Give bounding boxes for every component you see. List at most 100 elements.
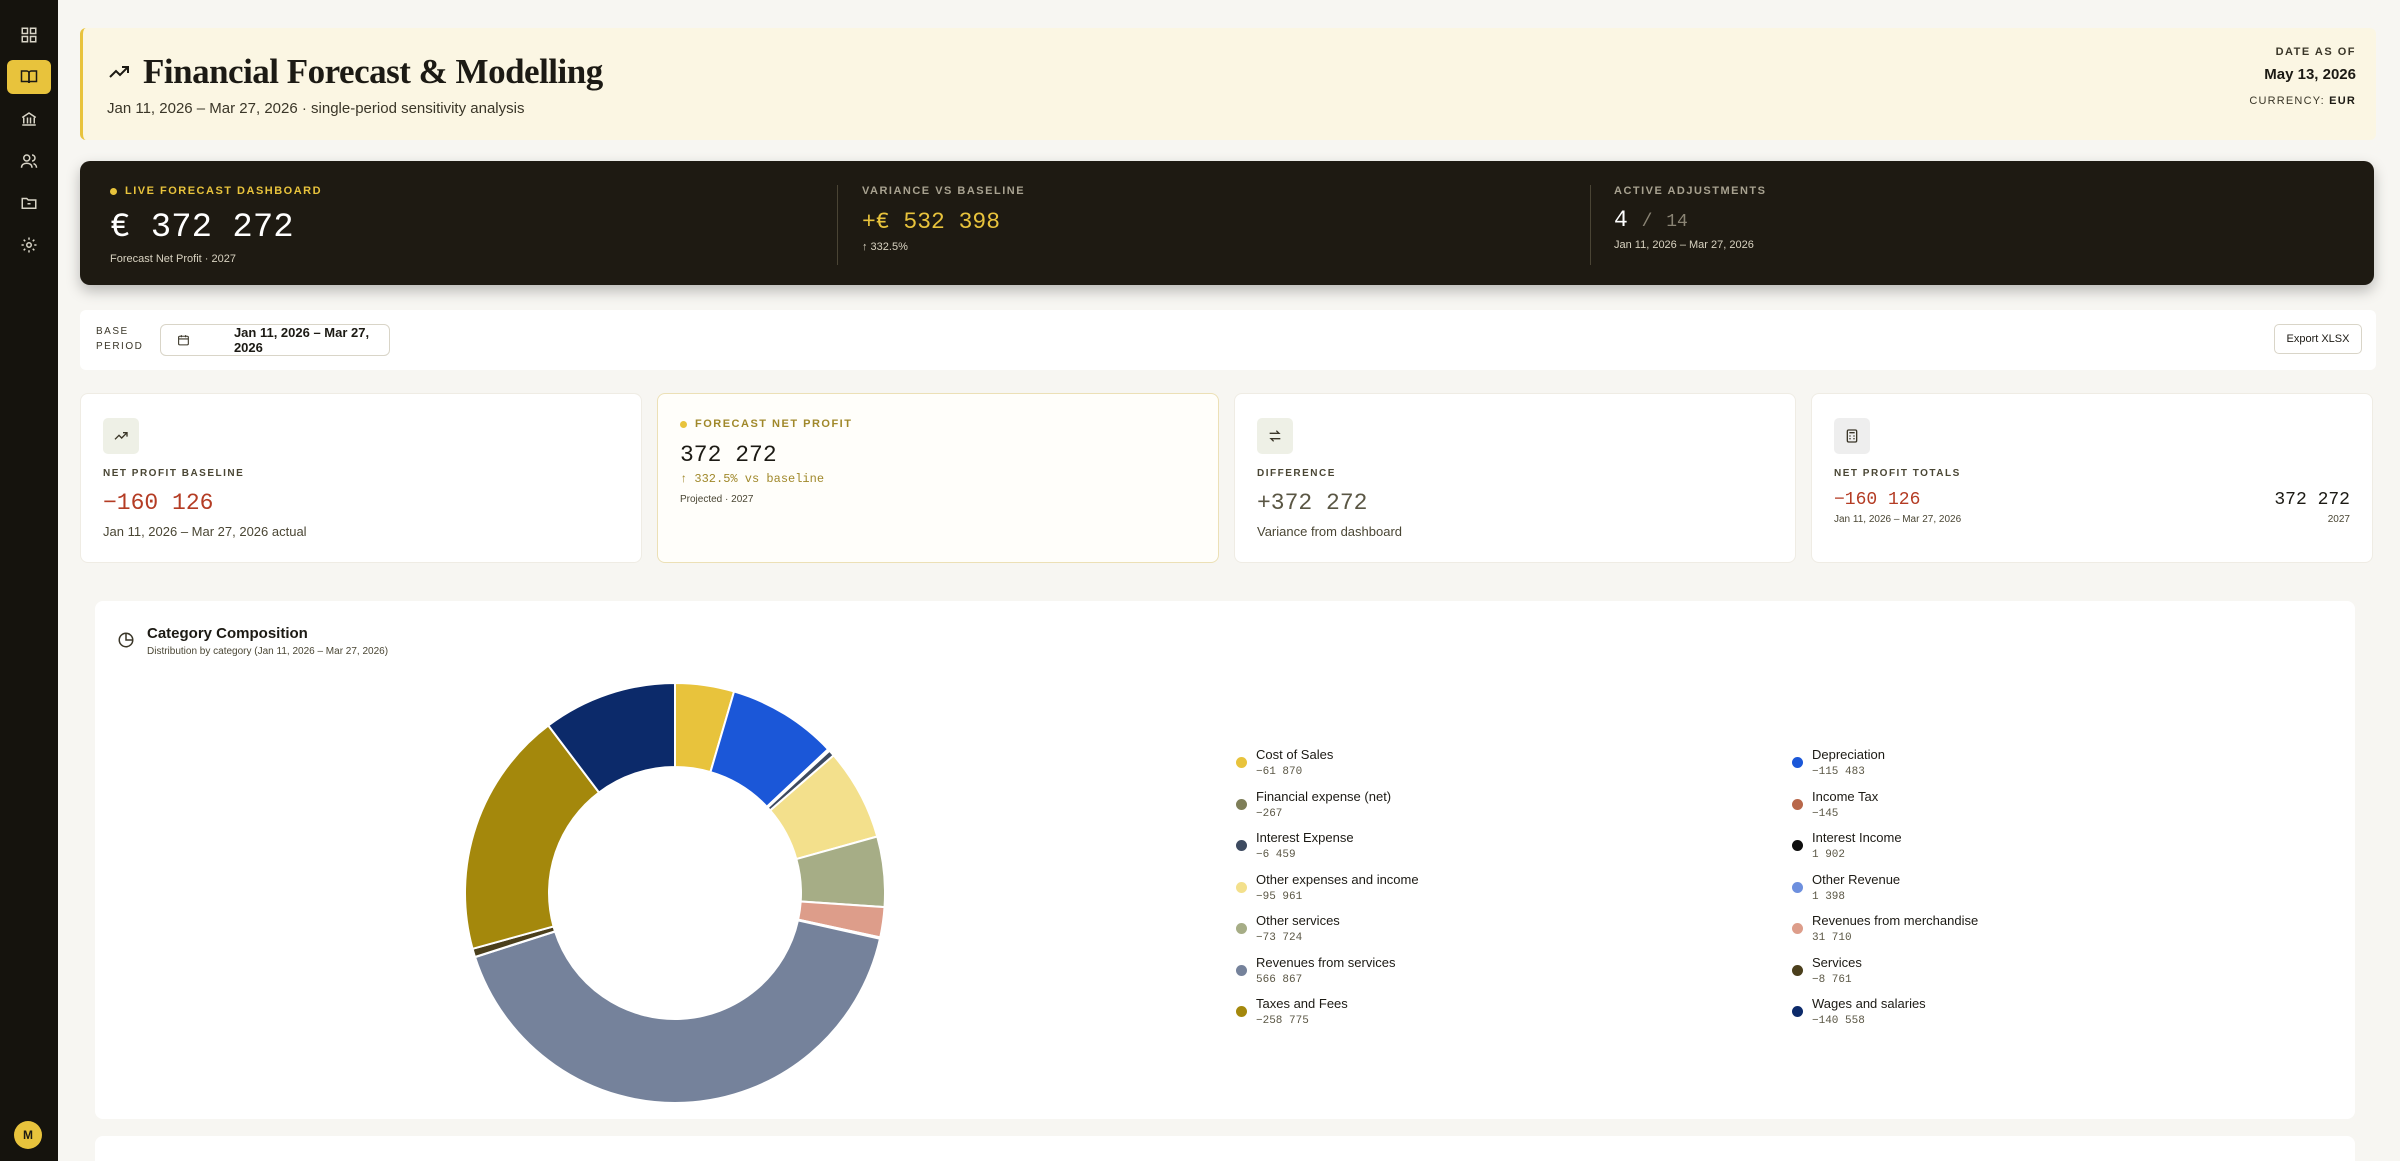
calculator-icon [1846, 429, 1858, 443]
card-label: FORECAST NET PROFIT [680, 418, 852, 430]
currency-label: CURRENCY: [2249, 95, 2325, 107]
legend-item[interactable]: Wages and salaries −140 558 [1792, 996, 1926, 1027]
legend-item[interactable]: Other expenses and income −95 961 [1236, 872, 1419, 903]
category-donut-chart [464, 681, 886, 1104]
legend-name: Other expenses and income [1256, 871, 1419, 887]
donut-slice[interactable] [473, 919, 882, 1104]
legend-name: Wages and salaries [1812, 996, 1926, 1011]
swap-icon-box [1257, 418, 1293, 454]
live-forecast-dashboard: LIVE FORECAST DASHBOARD € 372 272 Foreca… [80, 161, 2374, 285]
legend-value: 1 902 [1812, 849, 1846, 861]
legend-item[interactable]: Services −8 761 [1792, 955, 1862, 986]
legend-swatch [1792, 964, 1803, 976]
adjust-label: ACTIVE ADJUSTMENTS [1614, 185, 1767, 197]
divider [1590, 185, 1591, 265]
legend-value: −267 [1256, 807, 1283, 820]
currency: CURRENCY: EUR [2249, 95, 2356, 107]
card-label: NET PROFIT TOTALS [1834, 468, 1961, 479]
legend-name: Depreciation [1812, 747, 1885, 762]
legend-item[interactable]: Interest Expense −6 459 [1236, 830, 1354, 861]
card-value: 372 272 [680, 442, 777, 468]
legend-value: −6 459 [1256, 849, 1296, 861]
nav-bank[interactable] [7, 102, 51, 136]
nav-settings[interactable] [7, 228, 51, 262]
folder-icon [21, 197, 37, 209]
legend-value: −140 558 [1812, 1015, 1865, 1027]
legend-value: 1 398 [1812, 890, 1846, 903]
page-header: Financial Forecast & Modelling Jan 11, 2… [80, 28, 2376, 140]
calendar-icon [178, 335, 189, 346]
legend-value: −115 483 [1812, 766, 1865, 778]
difference-card: DIFFERENCE +372 272 Variance from dashbo… [1234, 393, 1796, 563]
card-label: DIFFERENCE [1257, 468, 1336, 479]
live-sub: Forecast Net Profit · 2027 [110, 253, 236, 265]
live-label: LIVE FORECAST DASHBOARD [110, 185, 322, 197]
legend-item[interactable]: Income Tax −145 [1792, 789, 1878, 820]
variance-pct: ↑ 332.5% [862, 241, 908, 253]
pie-chart-icon [118, 632, 134, 648]
legend-swatch [1236, 881, 1247, 893]
legend-swatch [1236, 757, 1247, 768]
trend-icon-box [103, 418, 139, 454]
swap-icon [1269, 430, 1281, 442]
nav-dashboard[interactable] [7, 18, 51, 52]
legend-name: Revenues from services [1256, 954, 1396, 970]
nav-forecast[interactable] [7, 60, 51, 94]
legend-item[interactable]: Other Revenue 1 398 [1792, 872, 1900, 903]
legend-name: Other services [1256, 913, 1340, 928]
trend-up-icon [109, 66, 129, 78]
nav-folder[interactable] [7, 186, 51, 220]
legend-swatch [1792, 881, 1803, 893]
legend-name: Income Tax [1812, 788, 1879, 804]
panel-subtitle: Distribution by category (Jan 11, 2026 –… [147, 646, 389, 657]
legend-swatch [1236, 964, 1247, 976]
totals-right-value: 372 272 [2274, 490, 2350, 510]
forecast-net-profit-card: FORECAST NET PROFIT 372 272 ↑ 332.5% vs … [657, 393, 1219, 563]
divider [837, 185, 838, 265]
legend-swatch [1236, 798, 1247, 810]
legend-swatch [1792, 1006, 1803, 1017]
period-toolbar: BASE PERIOD Jan 11, 2026 – Mar 27, 2026 … [80, 310, 2376, 370]
legend-item[interactable]: Taxes and Fees −258 775 [1236, 996, 1348, 1027]
date-value: May 13, 2026 [2264, 66, 2356, 83]
legend-item[interactable]: Interest Income 1 902 [1792, 830, 1902, 861]
legend-swatch [1236, 923, 1247, 934]
legend-swatch [1792, 798, 1803, 810]
next-panel [95, 1136, 2355, 1161]
legend-item[interactable]: Revenues from merchandise 31 710 [1792, 913, 1978, 944]
avatar[interactable]: M [14, 1121, 42, 1149]
page-subtitle: Jan 11, 2026 – Mar 27, 2026 · single-per… [107, 100, 525, 117]
legend-item[interactable]: Depreciation −115 483 [1792, 747, 1885, 778]
calculator-icon-box [1834, 418, 1870, 454]
book-icon [20, 70, 38, 84]
card-value: −160 126 [103, 490, 214, 516]
legend-item[interactable]: Cost of Sales −61 870 [1236, 747, 1333, 778]
legend-name: Interest Expense [1256, 830, 1354, 845]
trend-up-icon [114, 432, 128, 440]
legend-item[interactable]: Other services −73 724 [1236, 913, 1340, 944]
users-icon [20, 154, 38, 168]
nav-users[interactable] [7, 144, 51, 178]
period-date-picker[interactable]: Jan 11, 2026 – Mar 27, 2026 [160, 324, 390, 356]
adjust-period: Jan 11, 2026 – Mar 27, 2026 [1614, 239, 1754, 251]
legend-swatch [1792, 923, 1803, 934]
totals-left-sub: Jan 11, 2026 – Mar 27, 2026 [1834, 514, 1962, 525]
legend-value: 566 867 [1256, 973, 1303, 986]
legend-value: −61 870 [1256, 766, 1303, 778]
sidebar: M [0, 0, 58, 1161]
card-label: NET PROFIT BASELINE [103, 468, 245, 479]
legend-name: Revenues from merchandise [1812, 913, 1979, 928]
legend-value: −8 761 [1812, 973, 1852, 986]
legend-swatch [1792, 757, 1803, 768]
live-value: € 372 272 [110, 209, 294, 247]
base-period-label: BASE PERIOD [96, 326, 144, 352]
legend-item[interactable]: Revenues from services 566 867 [1236, 955, 1395, 986]
export-xlsx-button[interactable]: Export XLSX [2274, 324, 2362, 354]
legend-swatch [1236, 840, 1247, 851]
legend-item[interactable]: Financial expense (net) −267 [1236, 789, 1391, 820]
card-sub: Projected · 2027 [680, 494, 754, 505]
gear-icon [21, 237, 37, 253]
page-title: Financial Forecast & Modelling [143, 52, 603, 91]
legend-name: Taxes and Fees [1256, 996, 1348, 1011]
legend-name: Financial expense (net) [1256, 788, 1392, 804]
